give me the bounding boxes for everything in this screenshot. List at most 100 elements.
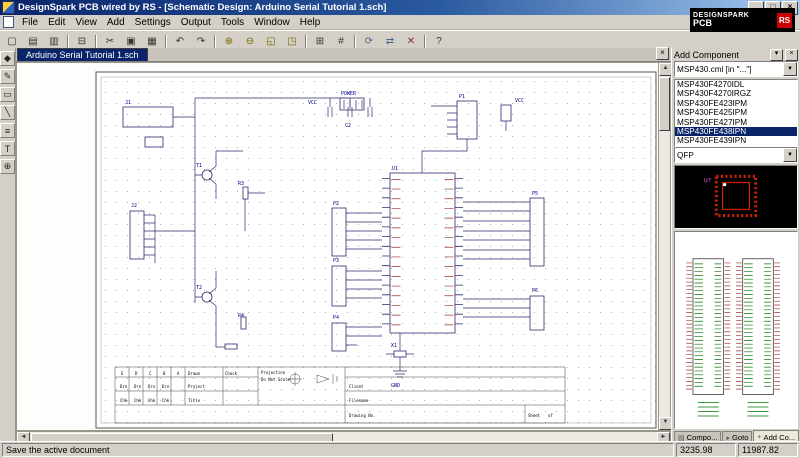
schematic-label: Client (349, 384, 364, 389)
component-list-item[interactable]: MSP430FE423IPM (675, 99, 797, 108)
panel-title: Add Component (674, 50, 768, 60)
canvas-wrap: Arduino Serial Tutorial 1.sch × (16, 48, 671, 444)
toolbar-separator (424, 35, 426, 49)
schematic-drawing: POWERVCCVCCJ1U1T1T2P1P2P3P4P5P6J2X1C2R3R… (95, 71, 657, 429)
schematic-label: Drn (134, 384, 142, 389)
toolbar-separator (354, 35, 356, 49)
bus-tool-icon[interactable]: ≡ (0, 123, 15, 138)
junction-tool-icon[interactable]: ⊕ (0, 159, 15, 174)
schematic-label: Check (225, 371, 238, 376)
panel-menu-icon[interactable]: ▾ (770, 49, 783, 61)
schematic-label: E (121, 371, 124, 376)
designspark-logo: DESIGNSPARK PCB RS (690, 8, 795, 32)
schematic-label: Sheet (528, 413, 541, 418)
menu-output[interactable]: Output (176, 17, 216, 28)
toolbar-separator (305, 35, 307, 49)
schematic-label: A (177, 371, 180, 376)
component-list-item[interactable]: MSP430F4270IRGZ (675, 89, 797, 98)
schematic-label: Chk (148, 398, 156, 403)
document-close-icon[interactable]: × (656, 47, 669, 60)
toolbar-separator (95, 35, 97, 49)
schematic-label: VCC (515, 98, 524, 104)
schematic-label: Drawing No. (349, 413, 376, 418)
schematic-label: T1 (196, 163, 202, 169)
schematic-label: J2 (131, 203, 137, 209)
toolbar-separator (67, 35, 69, 49)
schematic-label: P3 (333, 258, 339, 264)
schematic-label: R3 (238, 181, 244, 187)
toolbar-separator (165, 35, 167, 49)
app-icon (2, 1, 15, 14)
chevron-down-icon[interactable]: ▼ (783, 148, 797, 162)
component-tool-icon[interactable]: ▭ (0, 87, 15, 102)
schematic-label: P5 (532, 191, 538, 197)
component-list-item[interactable]: MSP430FE439IPN (675, 136, 797, 145)
schematic-label: Drn (162, 384, 170, 389)
menu-view[interactable]: View (70, 17, 102, 28)
menu-tools[interactable]: Tools (216, 17, 249, 28)
schematic-label: VCC (308, 100, 317, 106)
schematic-label: Drawn (188, 371, 201, 376)
panel-tab-icon: + (757, 434, 761, 441)
vertical-scrollbar[interactable]: ▲ ▼ (658, 62, 671, 431)
schematic-canvas[interactable]: POWERVCCVCCJ1U1T1T2P1P2P3P4P5P6J2X1C2R3R… (16, 62, 658, 431)
text-tool-icon[interactable]: T (0, 141, 15, 156)
menu-help[interactable]: Help (295, 17, 326, 28)
schematic-tool-palette: ◆ ✎ ▭ ╲ ≡ T ⊕ (0, 48, 16, 444)
brand-product: PCB (693, 19, 749, 28)
component-list-item[interactable]: MSP430FE438IPN (675, 127, 797, 136)
package-dropdown-value: QFP (677, 151, 694, 160)
component-list-item[interactable]: MSP430FE425IPM (675, 108, 797, 117)
menu-settings[interactable]: Settings (130, 17, 176, 28)
schematic-label: P2 (333, 201, 339, 207)
library-dropdown[interactable]: MSP430.cml [in "..."] ▼ (674, 61, 798, 77)
schematic-label: U1 (392, 166, 398, 172)
rs-badge: RS (777, 13, 792, 28)
schematic-label: P6 (532, 288, 538, 294)
document-tab[interactable]: Arduino Serial Tutorial 1.sch (17, 48, 148, 61)
main-area: ◆ ✎ ▭ ╲ ≡ T ⊕ Arduino Serial Tutorial 1.sch × (0, 48, 800, 444)
document-tabstrip: Arduino Serial Tutorial 1.sch × (16, 48, 671, 62)
schematic-label: P4 (333, 315, 339, 321)
schematic-label: Filename (349, 398, 369, 403)
schematic-label: X1 (391, 343, 397, 349)
footprint-ref-label: U? (704, 178, 712, 185)
schematic-label: B (163, 371, 166, 376)
schematic-label: P1 (459, 94, 465, 100)
schematic-label: Project (188, 384, 205, 389)
window-title: DesignSpark PCB wired by RS - [Schematic… (18, 2, 386, 13)
component-list-item[interactable]: MSP430FE427IPM (675, 118, 797, 127)
status-bar: Save the active document 3235.98 11987.8… (0, 441, 800, 458)
menu-file[interactable]: File (17, 17, 43, 28)
schematic-label: Chk (120, 398, 128, 403)
menu-window[interactable]: Window (249, 17, 295, 28)
toolbar-separator (214, 35, 216, 49)
footprint-preview: U? (674, 165, 798, 229)
select-tool-icon[interactable]: ◆ (0, 51, 15, 66)
schematic-label: Title (188, 398, 201, 403)
schematic-label: POWER (341, 91, 357, 97)
cursor-x-coordinate: 3235.98 (676, 443, 736, 457)
status-message: Save the active document (2, 443, 674, 457)
schematic-label: Projection (261, 370, 286, 375)
schematic-sheet: POWERVCCVCCJ1U1T1T2P1P2P3P4P5P6J2X1C2R3R… (95, 71, 657, 429)
schematic-label: C (149, 371, 152, 376)
schematic-label: C2 (345, 123, 351, 129)
schematic-label: Do Not Scale (261, 377, 290, 382)
symbol-preview (674, 231, 798, 429)
panel-close-icon[interactable]: × (785, 49, 798, 61)
menu-add[interactable]: Add (102, 17, 130, 28)
schematic-label: GND (391, 383, 400, 389)
schematic-label: J1 (125, 100, 131, 106)
edit-tool-icon[interactable]: ✎ (0, 69, 15, 84)
chevron-down-icon[interactable]: ▼ (783, 62, 797, 76)
cursor-y-coordinate: 11987.82 (738, 443, 798, 457)
document-icon[interactable] (3, 16, 14, 28)
package-dropdown[interactable]: QFP ▼ (674, 147, 798, 163)
schematic-label: D (135, 371, 138, 376)
wire-tool-icon[interactable]: ╲ (0, 105, 15, 120)
component-list-item[interactable]: MSP430F4270IDL (675, 80, 797, 89)
schematic-label: Chk (162, 398, 170, 403)
vertical-scroll-thumb[interactable] (659, 77, 670, 131)
menu-edit[interactable]: Edit (43, 17, 70, 28)
